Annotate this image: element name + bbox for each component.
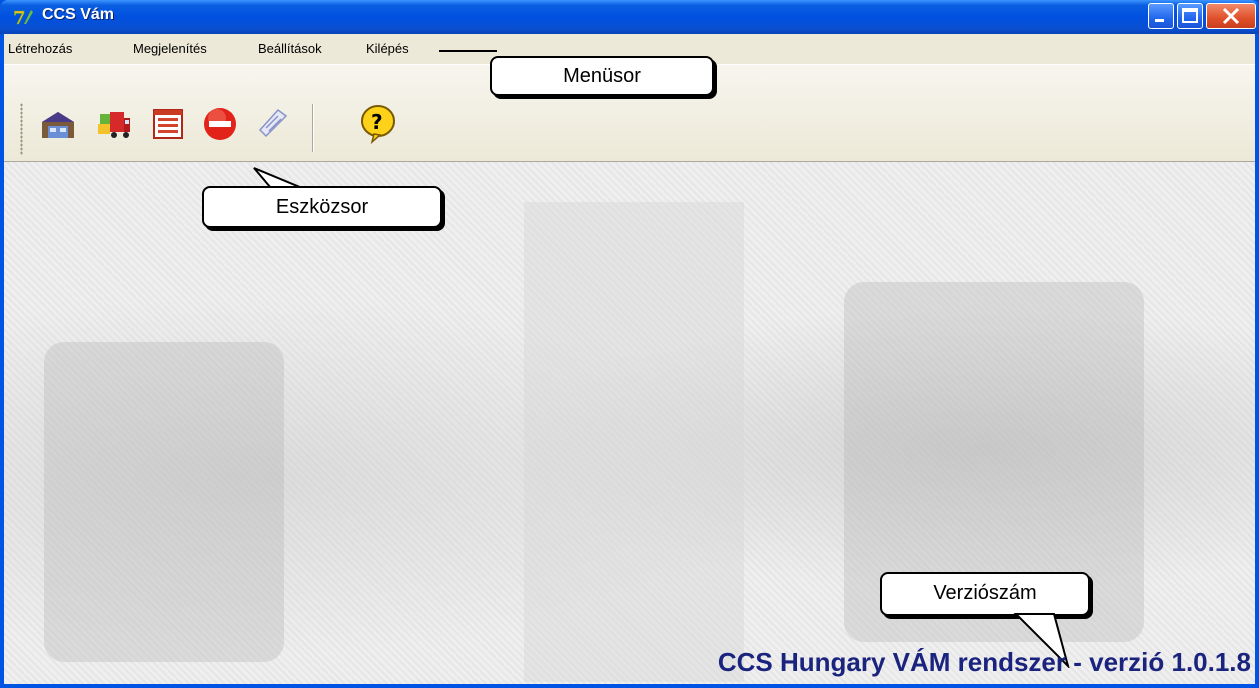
callout-version: Verziószám (880, 572, 1090, 616)
menu-item-kilepes[interactable]: Kilépés (366, 41, 409, 56)
menu-item-letrehozas[interactable]: Létrehozás (8, 41, 72, 56)
list-icon (153, 109, 183, 139)
svg-text:?: ? (371, 110, 383, 134)
menubar-callout-leader (439, 50, 497, 52)
document-icon (258, 108, 288, 138)
maximize-icon (1182, 8, 1198, 23)
window-title: CCS Vám (42, 6, 115, 23)
help-icon: ? (361, 105, 395, 145)
minimize-button[interactable] (1148, 3, 1174, 29)
toolbar-separator (312, 104, 314, 152)
callout-menubar: Menüsor (490, 56, 714, 96)
truck-icon (98, 112, 130, 138)
stop-icon (204, 108, 236, 140)
menu-item-beallitasok[interactable]: Beállítások (258, 41, 322, 56)
toolbar-button-list[interactable] (150, 106, 186, 142)
version-label: CCS Hungary VÁM rendszer - verzió 1.0.1.… (717, 647, 1251, 677)
minimize-icon (1155, 19, 1164, 22)
toolbar-button-stop[interactable] (202, 106, 238, 142)
menu-item-megjelenites[interactable]: Megjelenítés (133, 41, 207, 56)
svg-text:7: 7 (13, 8, 26, 28)
toolbar-grip[interactable] (20, 103, 23, 155)
app-window: 7 CCS Vám Létrehozás Megjelenítés Beállí… (0, 0, 1259, 688)
toolbar-button-help[interactable]: ? (360, 104, 396, 145)
app-logo-icon[interactable]: 7 (12, 6, 34, 29)
toolbar-button-document[interactable] (256, 106, 292, 142)
warehouse-icon (42, 112, 74, 138)
callout-toolbar: Eszközsor (202, 186, 442, 228)
toolbar-button-warehouse[interactable] (40, 106, 76, 142)
maximize-button[interactable] (1177, 3, 1203, 29)
background-forklift-left (44, 342, 284, 662)
toolbar-button-truck[interactable] (96, 106, 132, 142)
close-icon (1222, 7, 1240, 25)
close-button[interactable] (1206, 3, 1256, 29)
background-column (524, 202, 744, 682)
title-bar[interactable]: 7 CCS Vám (0, 0, 1259, 34)
